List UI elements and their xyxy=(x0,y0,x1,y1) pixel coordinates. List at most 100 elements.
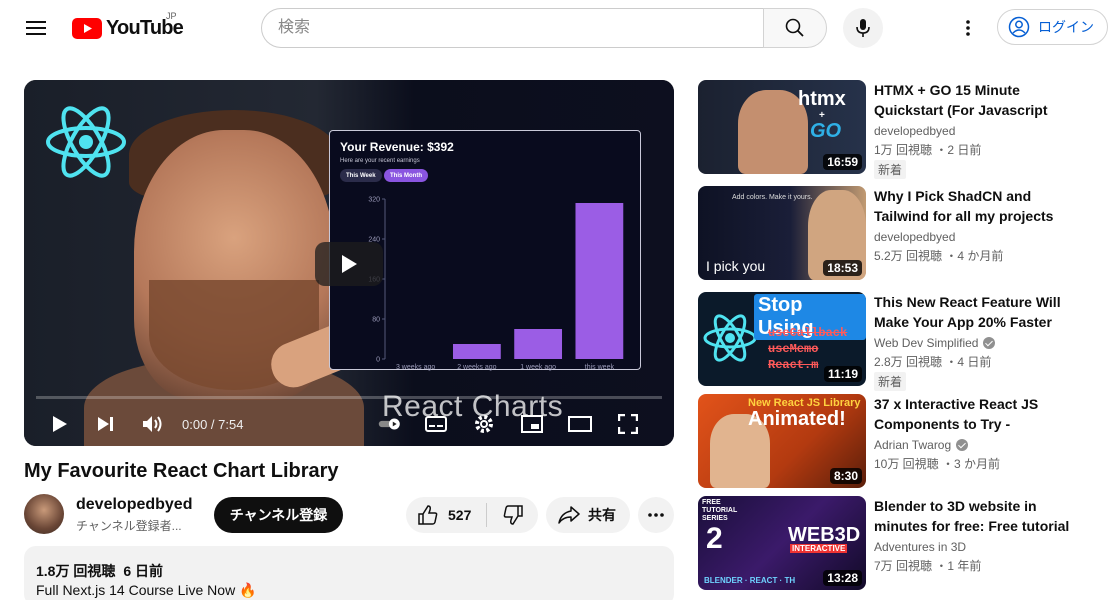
subscribe-button[interactable]: チャンネル登録 xyxy=(214,497,343,533)
view-count: 1.8万 回視聴 xyxy=(36,563,116,579)
channel-label: developedbyed xyxy=(874,124,956,138)
miniplayer-button[interactable] xyxy=(518,410,546,438)
play-icon xyxy=(342,255,357,273)
play-icon xyxy=(53,416,67,432)
recommended-video-channel[interactable]: Web Dev Simplified xyxy=(874,336,996,350)
description-stats: 1.8万 回視聴 6 日前 xyxy=(36,561,171,581)
youtube-play-icon xyxy=(72,17,102,39)
recommended-video[interactable]: Add colors. Make it yours. I pick you 18… xyxy=(698,186,1098,282)
next-button[interactable] xyxy=(92,410,120,438)
thumb-text-react-memo: React.m xyxy=(768,358,819,372)
chart-x-tick-label: this week xyxy=(585,364,615,371)
thumb-text-htmx: htmx xyxy=(798,88,846,110)
recommended-video-channel[interactable]: developedbyed xyxy=(874,230,955,244)
search-input[interactable] xyxy=(261,8,763,48)
dislike-button[interactable] xyxy=(487,497,538,533)
channel-label: Adventures in 3D xyxy=(874,540,967,554)
channel-label: Web Dev Simplified xyxy=(874,336,979,350)
voice-search-button[interactable] xyxy=(843,8,883,48)
masthead: YouTube JP ログイン xyxy=(0,0,1109,56)
video-duration: 11:19 xyxy=(823,366,862,382)
more-actions-button[interactable] xyxy=(638,497,674,533)
recommended-video-title[interactable]: This New React Feature Will Make Your Ap… xyxy=(874,292,1084,332)
recommended-video-title[interactable]: Blender to 3D website in minutes for fre… xyxy=(874,496,1084,536)
like-dislike-group: 527 xyxy=(406,497,538,533)
login-label: ログイン xyxy=(1038,19,1094,35)
hamburger-icon xyxy=(26,21,46,35)
large-play-button[interactable] xyxy=(315,242,383,286)
recommended-video-channel[interactable]: Adventures in 3D xyxy=(874,540,966,554)
recommended-video-meta: 2.8万 回視聴 ・4 日前 xyxy=(874,355,992,369)
channel-subscriber-count: チャンネル登録者... xyxy=(76,519,182,533)
subtitles-button[interactable] xyxy=(422,410,450,438)
search-icon xyxy=(785,18,804,37)
recommended-video-meta: 10万 回視聴 ・3 か月前 xyxy=(874,457,1001,471)
chart-y-tick-label: 80 xyxy=(372,317,380,324)
chart-x-tick-label: 1 week ago xyxy=(520,364,556,371)
recommended-video-meta: 1万 回視聴 ・2 日前 xyxy=(874,143,982,157)
video-thumbnail[interactable]: FREE TUTORIAL SERIES 2 WEB3D INTERACTIVE… xyxy=(698,496,866,590)
settings-button[interactable] xyxy=(470,410,498,438)
time-display: 0:00 / 7:54 xyxy=(182,417,244,432)
recommended-video-meta: 7万 回視聴 ・1 年前 xyxy=(874,559,982,573)
like-count: 527 xyxy=(448,507,472,523)
progress-bar[interactable] xyxy=(36,396,662,399)
chart-x-tick-label: 3 weeks ago xyxy=(396,364,435,371)
mute-button[interactable] xyxy=(139,410,167,438)
thumb-text-go: GO xyxy=(810,120,842,142)
channel-label: developedbyed xyxy=(874,230,956,244)
theater-icon xyxy=(568,416,592,432)
recommended-video-channel[interactable]: developedbyed xyxy=(874,124,955,138)
play-button[interactable] xyxy=(46,410,74,438)
video-thumbnail[interactable]: Stop Using useCallback useMemo React.m 1… xyxy=(698,292,866,386)
video-thumbnail[interactable]: Add colors. Make it yours. I pick you 18… xyxy=(698,186,866,280)
video-duration: 18:53 xyxy=(823,260,862,276)
video-thumbnail[interactable]: New React JS Library Animated! 8:30 xyxy=(698,394,866,488)
thumb-text-episode-number: 2 xyxy=(706,522,723,555)
chart-x-tick-label: 2 weeks ago xyxy=(457,364,496,371)
thumb-text-i-pick-you: I pick you xyxy=(706,258,766,274)
video-player[interactable]: Your Revenue: $392 Here are your recent … xyxy=(24,80,674,446)
recommended-video-title[interactable]: Why I Pick ShadCN and Tailwind for all m… xyxy=(874,186,1084,226)
autoplay-toggle[interactable] xyxy=(378,410,406,438)
thumb-text-usecallback: useCallback xyxy=(768,326,848,340)
thumbs-up-icon xyxy=(418,505,438,525)
recommended-video-title[interactable]: HTMX + GO 15 Minute Quickstart (For Java… xyxy=(874,80,1084,120)
settings-menu-button[interactable] xyxy=(952,12,984,44)
video-thumbnail[interactable]: htmx + GO 16:59 xyxy=(698,80,866,174)
description-box[interactable]: 1.8万 回視聴 6 日前 Full Next.js 14 Course Live… xyxy=(24,546,674,600)
new-badge: 新着 xyxy=(874,160,907,179)
theater-mode-button[interactable] xyxy=(566,410,594,438)
recommended-video[interactable]: New React JS Library Animated! 8:30 37 x… xyxy=(698,394,1098,490)
thumbs-down-icon xyxy=(503,505,523,525)
fullscreen-button[interactable] xyxy=(614,410,642,438)
login-button[interactable]: ログイン xyxy=(997,9,1108,45)
volume-icon xyxy=(143,416,162,432)
recommended-video[interactable]: Stop Using useCallback useMemo React.m 1… xyxy=(698,292,1098,391)
share-label: 共有 xyxy=(588,507,616,523)
search-button[interactable] xyxy=(763,8,827,48)
chart-y-tick-label: 320 xyxy=(368,197,380,204)
like-button[interactable]: 527 xyxy=(406,497,486,533)
react-logo-icon xyxy=(703,314,757,362)
video-duration: 13:28 xyxy=(823,570,862,586)
thumb-text-animated: Animated! xyxy=(748,408,846,430)
channel-name[interactable]: developedbyed xyxy=(76,496,192,514)
chart-bar xyxy=(514,329,563,359)
video-title: My Favourite React Chart Library xyxy=(24,460,339,482)
share-button[interactable]: 共有 xyxy=(546,497,630,533)
chart-y-tick-label: 0 xyxy=(376,357,380,364)
recommended-video-title[interactable]: 37 x Interactive React JS Components to … xyxy=(874,394,1084,434)
video-duration: 8:30 xyxy=(829,468,862,484)
more-horiz-icon xyxy=(648,513,664,517)
recommended-video-meta: 5.2万 回視聴 ・4 か月前 xyxy=(874,249,1004,263)
recommended-video[interactable]: FREE TUTORIAL SERIES 2 WEB3D INTERACTIVE… xyxy=(698,496,1098,592)
channel-label: Adrian Twarog xyxy=(874,438,952,452)
recommended-video[interactable]: htmx + GO 16:59 HTMX + GO 15 Minute Quic… xyxy=(698,80,1098,179)
fullscreen-icon xyxy=(618,414,638,434)
recommended-video-channel[interactable]: Adrian Twarog xyxy=(874,438,969,452)
channel-avatar[interactable] xyxy=(24,494,64,534)
guide-menu-button[interactable] xyxy=(20,12,52,44)
thumb-text-usememo: useMemo xyxy=(768,342,819,356)
autoplay-icon xyxy=(378,418,400,430)
